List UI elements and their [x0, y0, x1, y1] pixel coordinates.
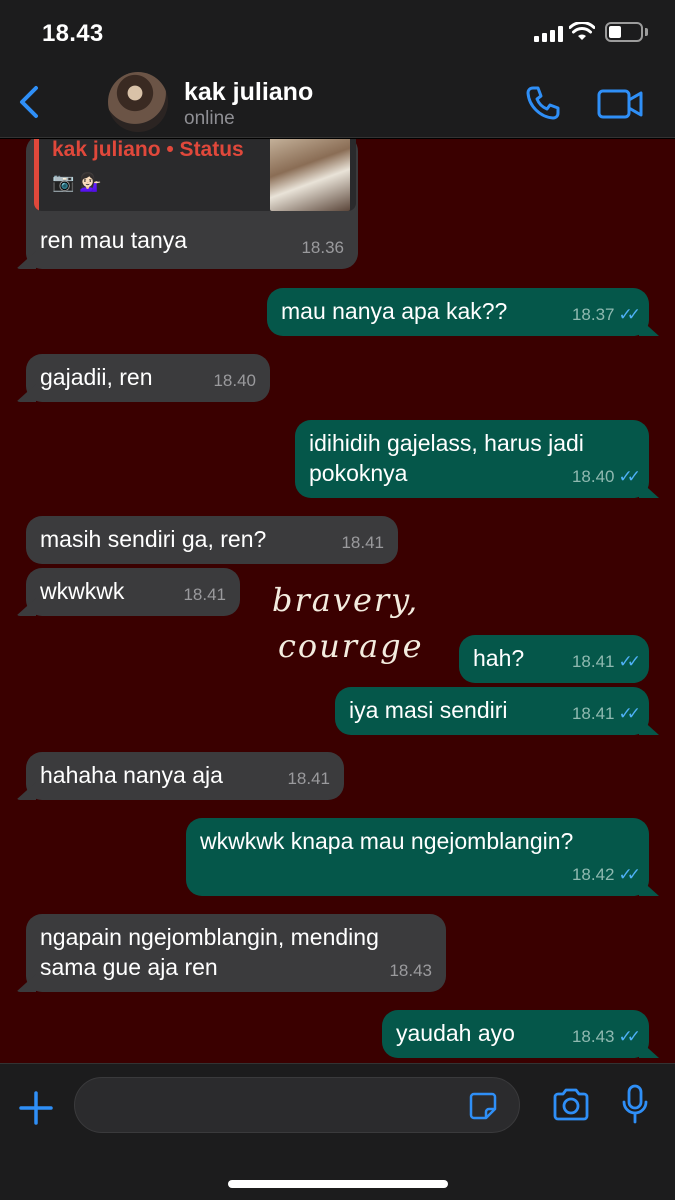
- read-receipt-icon: ✓✓: [618, 1027, 641, 1046]
- camera-icon[interactable]: [552, 1088, 590, 1122]
- read-receipt-icon: ✓✓: [618, 652, 641, 671]
- message-incoming[interactable]: wkwkwk 18.41: [26, 568, 240, 616]
- chat-area[interactable]: kak juliano • Status 📷 💁🏻‍♀️ ren mau tan…: [0, 139, 675, 1063]
- message-time: 18.41 ✓✓: [572, 699, 641, 729]
- message-time: 18.42 ✓✓: [572, 860, 641, 890]
- message-incoming[interactable]: ngapain ngejomblangin, mending sama gue …: [26, 914, 446, 992]
- message-text: wkwkwk: [40, 578, 125, 604]
- message-time: 18.41: [183, 585, 226, 604]
- chat-header: kak juliano online: [0, 70, 675, 138]
- status-bar: 18.43: [0, 0, 675, 70]
- home-indicator: [228, 1180, 448, 1188]
- message-text: wkwkwk knapa mau ngejomblangin?: [200, 828, 574, 854]
- message-text: gajadii, ren: [40, 364, 153, 390]
- message-time: 18.43: [389, 961, 432, 980]
- message-text: yaudah ayo: [396, 1020, 515, 1046]
- battery-icon: [605, 22, 643, 42]
- message-incoming[interactable]: kak juliano • Status 📷 💁🏻‍♀️ ren mau tan…: [26, 139, 358, 269]
- message-text: hah?: [473, 645, 525, 671]
- message-incoming[interactable]: masih sendiri ga, ren? 18.41: [26, 516, 398, 564]
- message-text: mau nanya apa kak??: [281, 298, 508, 324]
- message-incoming[interactable]: gajadii, ren 18.40: [26, 354, 270, 402]
- read-receipt-icon: ✓✓: [618, 305, 641, 324]
- input-bar: [0, 1063, 675, 1200]
- status-thumbnail: [270, 139, 350, 211]
- message-incoming[interactable]: hahaha nanya aja 18.41: [26, 752, 344, 800]
- plus-icon[interactable]: [18, 1090, 54, 1126]
- contact-name[interactable]: kak juliano: [184, 78, 313, 107]
- message-outgoing[interactable]: yaudah ayo 18.43 ✓✓: [382, 1010, 649, 1058]
- back-chevron-icon[interactable]: [14, 82, 42, 122]
- overlay-text: bravery, courage: [272, 581, 424, 665]
- message-time: 18.40: [213, 371, 256, 390]
- quoted-status-title: kak juliano • Status: [52, 139, 244, 161]
- video-camera-icon[interactable]: [597, 88, 643, 120]
- message-outgoing[interactable]: wkwkwk knapa mau ngejomblangin? 18.42 ✓✓: [186, 818, 649, 896]
- quoted-status-caption: 📷 💁🏻‍♀️: [52, 172, 102, 192]
- message-time: 18.41: [341, 533, 384, 552]
- contact-avatar[interactable]: [108, 72, 168, 132]
- message-text: ren mau tanya: [40, 227, 188, 253]
- microphone-icon[interactable]: [622, 1084, 648, 1126]
- message-time: 18.41: [287, 769, 330, 788]
- contact-status: online: [184, 108, 235, 129]
- message-time: 18.37 ✓✓: [572, 300, 641, 330]
- message-text: hahaha nanya aja: [40, 762, 223, 788]
- message-text: ngapain ngejomblangin, mending sama gue …: [40, 924, 379, 980]
- message-text: masih sendiri ga, ren?: [40, 526, 267, 552]
- message-outgoing[interactable]: mau nanya apa kak?? 18.37 ✓✓: [267, 288, 649, 336]
- message-time: 18.40 ✓✓: [572, 462, 641, 492]
- quoted-status[interactable]: kak juliano • Status 📷 💁🏻‍♀️: [34, 139, 356, 211]
- phone-icon[interactable]: [524, 84, 562, 122]
- message-time: 18.43 ✓✓: [572, 1022, 641, 1052]
- read-receipt-icon: ✓✓: [618, 865, 641, 884]
- message-outgoing[interactable]: iya masi sendiri 18.41 ✓✓: [335, 687, 649, 735]
- message-time: 18.41 ✓✓: [572, 647, 641, 677]
- message-outgoing[interactable]: idihidih gajelass, harus jadi pokoknya 1…: [295, 420, 649, 498]
- cellular-signal-icon: [534, 26, 564, 42]
- read-receipt-icon: ✓✓: [618, 467, 641, 486]
- status-time: 18.43: [42, 20, 104, 47]
- message-time: 18.36: [301, 238, 344, 257]
- wifi-icon: [569, 22, 595, 40]
- sticker-icon[interactable]: [468, 1091, 498, 1121]
- read-receipt-icon: ✓✓: [618, 704, 641, 723]
- message-input[interactable]: [74, 1077, 520, 1133]
- message-text: iya masi sendiri: [349, 697, 508, 723]
- message-outgoing[interactable]: hah? 18.41 ✓✓: [459, 635, 649, 683]
